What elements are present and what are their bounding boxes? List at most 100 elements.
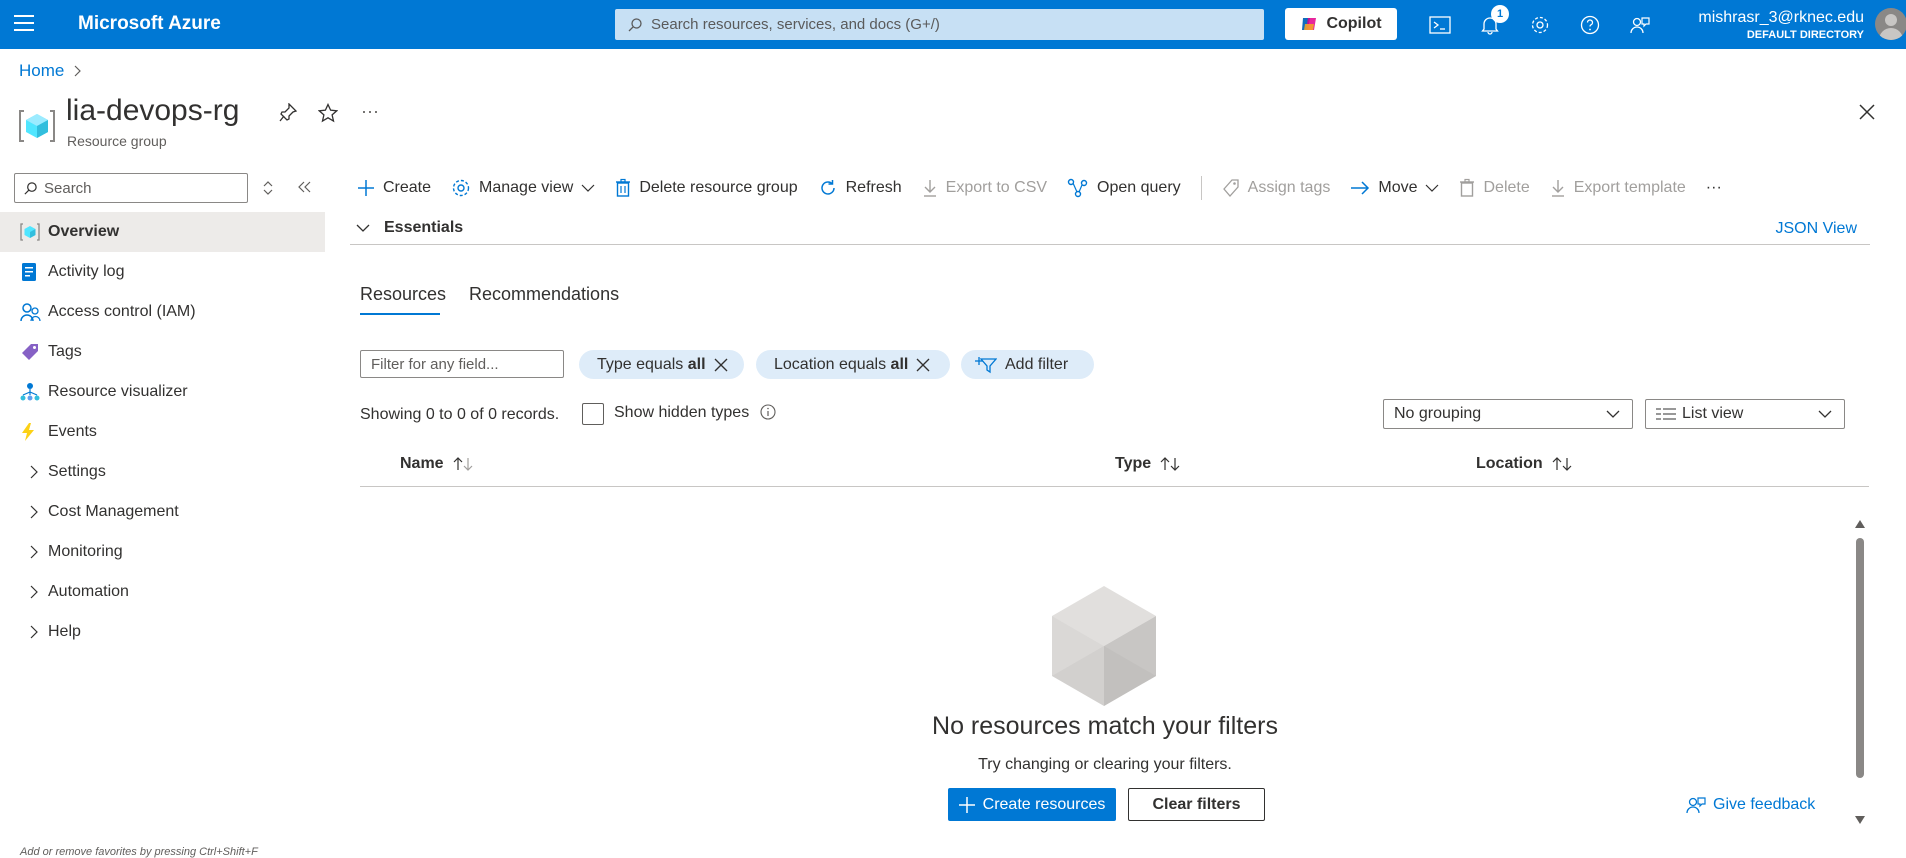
menu-icon[interactable] xyxy=(14,15,34,31)
empty-cube-icon xyxy=(1052,586,1156,706)
location-filter-pill[interactable]: Location equals all xyxy=(756,350,950,379)
grouping-dropdown[interactable]: No grouping xyxy=(1383,399,1633,429)
column-header-type[interactable]: Type xyxy=(1115,455,1181,473)
chevron-down-icon xyxy=(1426,184,1439,192)
scroll-thumb[interactable] xyxy=(1856,538,1864,778)
json-view-link[interactable]: JSON View xyxy=(1775,220,1857,238)
breadcrumb-home[interactable]: Home xyxy=(19,61,64,81)
command-bar: Create Manage view Delete resource group… xyxy=(357,172,1742,204)
nav-item-label: Cost Management xyxy=(48,503,179,520)
open-query-label: Open query xyxy=(1097,179,1181,196)
iam-icon xyxy=(20,302,46,322)
scroll-up-icon[interactable] xyxy=(1855,520,1865,528)
star-icon[interactable] xyxy=(318,103,338,123)
delete-button[interactable]: Delete xyxy=(1459,178,1530,198)
create-resources-button[interactable]: Create resources xyxy=(948,788,1116,821)
nav-item-automation[interactable]: Automation xyxy=(0,572,325,612)
create-button[interactable]: Create xyxy=(357,179,431,197)
nav-item-tags[interactable]: Tags xyxy=(0,332,325,372)
close-icon[interactable] xyxy=(714,358,728,372)
create-resources-label: Create resources xyxy=(982,795,1106,813)
info-icon[interactable] xyxy=(760,404,776,420)
collapse-nav-icon[interactable] xyxy=(298,181,312,193)
cloud-shell-icon[interactable] xyxy=(1427,12,1453,38)
move-label: Move xyxy=(1378,179,1418,196)
resource-group-icon xyxy=(19,110,55,142)
nav-item-label: Monitoring xyxy=(48,543,123,560)
manage-view-button[interactable]: Manage view xyxy=(451,178,595,198)
column-label: Type xyxy=(1115,455,1152,472)
column-header-location[interactable]: Location xyxy=(1476,455,1573,473)
pin-icon[interactable] xyxy=(279,103,297,123)
nav-item-activity-log[interactable]: Activity log xyxy=(0,252,325,292)
filter-input[interactable]: Filter for any field... xyxy=(360,350,564,378)
page-title: lia-devops-rg xyxy=(66,94,240,127)
essentials-label: Essentials xyxy=(384,219,464,236)
nav-item-label: Overview xyxy=(48,223,120,240)
close-icon[interactable] xyxy=(1858,103,1876,121)
location-filter-label: Location equals all xyxy=(774,355,909,373)
chevron-down-icon xyxy=(1818,410,1832,418)
assign-tags-button[interactable]: Assign tags xyxy=(1222,178,1330,198)
view-selection: List view xyxy=(1656,405,1743,423)
nav-item-label: Help xyxy=(48,623,81,640)
nav-item-overview[interactable]: Overview xyxy=(0,212,325,252)
view-dropdown[interactable]: List view xyxy=(1645,399,1845,429)
scroll-down-icon[interactable] xyxy=(1855,816,1865,824)
show-hidden-types-checkbox[interactable] xyxy=(582,403,604,425)
tab-recommendations[interactable]: Recommendations xyxy=(469,284,619,305)
sort-toggle-icon[interactable] xyxy=(262,180,274,196)
scrollbar[interactable] xyxy=(1853,520,1867,825)
delete-resource-group-button[interactable]: Delete resource group xyxy=(615,178,798,198)
help-icon[interactable] xyxy=(1577,12,1603,38)
refresh-button[interactable]: Refresh xyxy=(818,178,902,198)
lightning-icon xyxy=(20,422,46,442)
global-search-input[interactable]: Search resources, services, and docs (G+… xyxy=(615,9,1264,40)
toolbar-more-button[interactable]: ··· xyxy=(1706,179,1722,197)
nav-item-events[interactable]: Events xyxy=(0,412,325,452)
nav-item-access-control[interactable]: Access control (IAM) xyxy=(0,292,325,332)
nav-item-cost-management[interactable]: Cost Management xyxy=(0,492,325,532)
account-directory: DEFAULT DIRECTORY xyxy=(1746,29,1864,41)
account-name[interactable]: mishrasr_3@rknec.edu xyxy=(1698,9,1864,27)
nav-item-help[interactable]: Help xyxy=(0,612,325,652)
move-button[interactable]: Move xyxy=(1350,179,1439,197)
download-icon xyxy=(923,180,936,197)
tab-resources[interactable]: Resources xyxy=(360,284,446,305)
feedback-icon[interactable] xyxy=(1627,12,1653,38)
grouping-value: No grouping xyxy=(1394,405,1482,422)
nav-item-label: Access control (IAM) xyxy=(48,303,196,320)
avatar[interactable] xyxy=(1875,8,1906,40)
brand-title[interactable]: Microsoft Azure xyxy=(78,13,221,35)
active-tab-indicator xyxy=(360,313,440,315)
more-actions-icon[interactable]: ··· xyxy=(361,101,379,122)
view-value: List view xyxy=(1682,405,1744,422)
user-icon xyxy=(1879,14,1903,40)
show-hidden-types-label[interactable]: Show hidden types xyxy=(614,404,749,422)
column-label: Location xyxy=(1476,455,1543,472)
copilot-button[interactable]: Copilot xyxy=(1285,8,1397,40)
type-filter-pill[interactable]: Type equals all xyxy=(579,350,744,379)
nav-item-label: Activity log xyxy=(48,263,125,280)
essentials-toggle[interactable]: Essentials xyxy=(356,219,463,237)
settings-gear-icon[interactable] xyxy=(1527,12,1553,38)
nav-item-monitoring[interactable]: Monitoring xyxy=(0,532,325,572)
column-header-name[interactable]: Name xyxy=(400,455,474,473)
close-icon[interactable] xyxy=(916,358,930,372)
export-template-button[interactable]: Export template xyxy=(1550,178,1686,198)
arrow-right-icon xyxy=(1351,181,1370,195)
export-csv-button[interactable]: Export to CSV xyxy=(922,178,1047,198)
notification-badge: 1 xyxy=(1491,5,1509,23)
nav-item-resource-visualizer[interactable]: Resource visualizer xyxy=(0,372,325,412)
nav-search-input[interactable]: Search xyxy=(14,173,248,203)
clear-filters-button[interactable]: Clear filters xyxy=(1128,788,1265,821)
empty-state-subtitle: Try changing or clearing your filters. xyxy=(978,756,1232,773)
tag-icon xyxy=(1222,179,1239,197)
delete-rg-label: Delete resource group xyxy=(639,179,798,196)
open-query-button[interactable]: Open query xyxy=(1067,178,1181,198)
nav-item-settings[interactable]: Settings xyxy=(0,452,325,492)
nav-item-label: Automation xyxy=(48,583,129,600)
add-filter-button[interactable]: Add filter xyxy=(961,350,1094,379)
give-feedback-link[interactable]: Give feedback xyxy=(1685,795,1815,815)
toolbar-divider xyxy=(1200,176,1202,200)
